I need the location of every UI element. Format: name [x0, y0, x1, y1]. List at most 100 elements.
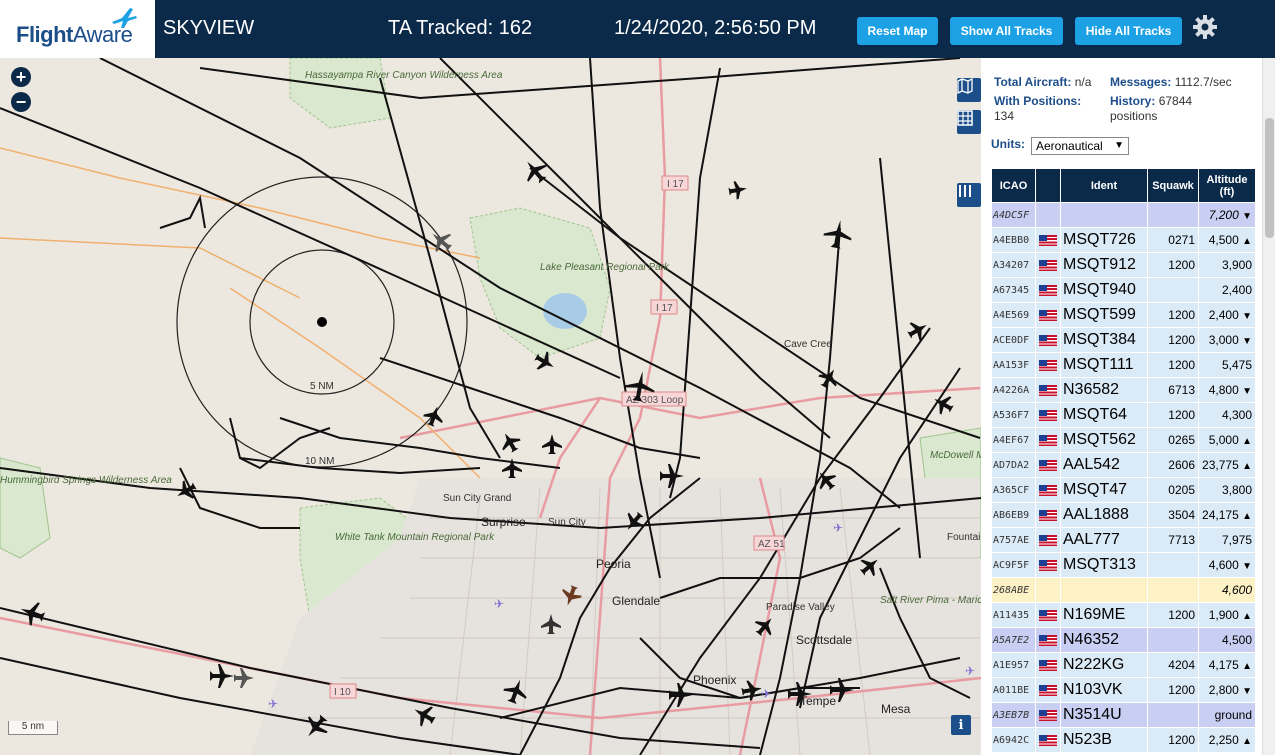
panel-scrollbar[interactable]	[1262, 58, 1275, 755]
table-row[interactable]: A1E957 N222KG 4204 4,175 ▲	[992, 653, 1255, 677]
us-flag-icon	[1039, 460, 1057, 472]
table-row[interactable]: AA153F MSQT111 1200 5,475	[992, 353, 1255, 377]
highway-shield-az51: AZ 51	[758, 539, 785, 550]
table-row[interactable]: A3EB7B N3514U ground	[992, 703, 1255, 727]
flag-cell	[1036, 528, 1060, 552]
map-label-scottsdale: Scottsdale	[796, 633, 852, 647]
column-header-ident[interactable]: Ident	[1061, 169, 1147, 202]
units-select[interactable]: Aeronautical ▼	[1031, 137, 1129, 155]
icao-cell: A3EB7B	[992, 703, 1035, 727]
table-row[interactable]: A5A7E2 N46352 4,500	[992, 628, 1255, 652]
altitude-trend-icon: ▼	[1242, 386, 1252, 397]
flag-cell	[1036, 653, 1060, 677]
flag-cell	[1036, 503, 1060, 527]
icao-cell: AA153F	[992, 353, 1035, 377]
altitude-trend-icon: ▲	[1242, 436, 1252, 447]
top-bar: FlightAware SKYVIEW TA Tracked: 162 1/24…	[0, 0, 1275, 58]
map-label-salt-river: Salt River Pima - Maricopa Indian Commun…	[880, 595, 981, 606]
reset-map-button[interactable]: Reset Map	[857, 17, 938, 45]
ident-cell: N36582	[1061, 378, 1147, 402]
info-icon[interactable]: i	[951, 715, 971, 735]
highway-shield-i10: I 10	[334, 687, 351, 698]
hide-all-tracks-button[interactable]: Hide All Tracks	[1075, 17, 1182, 45]
ident-cell: N222KG	[1061, 653, 1147, 677]
table-row[interactable]: A011BE N103VK 1200 2,800 ▼	[992, 678, 1255, 702]
icao-cell: A757AE	[992, 528, 1035, 552]
altitude-cell: 5,475	[1199, 353, 1255, 377]
flag-cell	[1036, 353, 1060, 377]
table-row[interactable]: A11435 N169ME 1200 1,900 ▲	[992, 603, 1255, 627]
table-row[interactable]: A365CF MSQT47 0205 3,800	[992, 478, 1255, 502]
table-row[interactable]: A4226A N36582 6713 4,800 ▼	[992, 378, 1255, 402]
us-flag-icon	[1039, 235, 1057, 247]
table-row[interactable]: A34207 MSQT912 1200 3,900	[992, 253, 1255, 277]
table-row[interactable]: A67345 MSQT940 2,400	[992, 278, 1255, 302]
us-flag-icon	[1039, 735, 1057, 747]
aircraft-table: ICAO Ident Squawk Altitude (ft) A4DC5F 7,…	[991, 168, 1256, 753]
flag-cell	[1036, 678, 1060, 702]
zoom-out-button[interactable]: −	[11, 92, 31, 112]
altitude-cell: 2,400 ▼	[1199, 303, 1255, 327]
flag-cell	[1036, 553, 1060, 577]
altitude-cell: 1,900 ▲	[1199, 603, 1255, 627]
altitude-cell: 2,800 ▼	[1199, 678, 1255, 702]
ident-cell: AAL777	[1061, 528, 1147, 552]
map-label-glendale: Glendale	[612, 594, 660, 608]
us-flag-icon	[1039, 610, 1057, 622]
zoom-in-button[interactable]: +	[11, 67, 31, 87]
table-row[interactable]: A4EF67 MSQT562 0265 5,000 ▲	[992, 428, 1255, 452]
altitude-cell: 3,000 ▼	[1199, 328, 1255, 352]
ident-cell: N3514U	[1061, 703, 1147, 727]
icao-cell: A1E957	[992, 653, 1035, 677]
table-row[interactable]: AC9F5F MSQT313 4,600 ▼	[992, 553, 1255, 577]
show-all-tracks-button[interactable]: Show All Tracks	[950, 17, 1063, 45]
altitude-trend-icon: ▼	[1242, 211, 1252, 222]
table-row[interactable]: A536F7 MSQT64 1200 4,300	[992, 403, 1255, 427]
scrollbar-thumb[interactable]	[1265, 118, 1274, 238]
ident-cell: MSQT384	[1061, 328, 1147, 352]
altitude-trend-icon: ▼	[1242, 561, 1252, 572]
column-header-altitude[interactable]: Altitude (ft)	[1199, 169, 1255, 202]
altitude-cell: 4,500	[1199, 628, 1255, 652]
altitude-cell: 4,300	[1199, 403, 1255, 427]
table-row[interactable]: A757AE AAL777 7713 7,975	[992, 528, 1255, 552]
columns-toggle-icon[interactable]	[957, 183, 981, 207]
squawk-cell: 0271	[1148, 228, 1198, 252]
flightaware-logo[interactable]: FlightAware	[0, 0, 155, 58]
icao-cell: A011BE	[992, 678, 1035, 702]
altitude-cell: 4,500 ▲	[1199, 228, 1255, 252]
us-flag-icon	[1039, 710, 1057, 722]
map-canvas[interactable]: Hassayampa River Canyon Wilderness Area …	[0, 58, 981, 755]
squawk-cell: 1200	[1148, 403, 1198, 427]
icao-cell: A11435	[992, 603, 1035, 627]
grid-toggle-icon[interactable]	[957, 110, 981, 134]
squawk-cell	[1148, 703, 1198, 727]
aircraft-panel: Total Aircraft: n/a Messages: 1112.7/sec…	[981, 58, 1275, 755]
table-row[interactable]: A6942C N523B 1200 2,250 ▲	[992, 728, 1255, 752]
column-header-squawk[interactable]: Squawk	[1148, 169, 1198, 202]
column-header-icao[interactable]: ICAO	[992, 169, 1035, 202]
table-row[interactable]: ACE0DF MSQT384 1200 3,000 ▼	[992, 328, 1255, 352]
history-label: History:	[1110, 94, 1156, 108]
table-row[interactable]: A4EBB0 MSQT726 0271 4,500 ▲	[992, 228, 1255, 252]
table-row[interactable]: A4DC5F 7,200 ▼	[992, 203, 1255, 227]
table-row[interactable]: A4E569 MSQT599 1200 2,400 ▼	[992, 303, 1255, 327]
us-flag-icon	[1039, 260, 1057, 272]
us-flag-icon	[1039, 285, 1057, 297]
map-label-phoenix: Phoenix	[693, 673, 736, 687]
table-row[interactable]: AD7DA2 AAL542 2606 23,775 ▲	[992, 453, 1255, 477]
us-flag-icon	[1039, 360, 1057, 372]
squawk-cell: 1200	[1148, 678, 1198, 702]
table-row[interactable]: 268ABE 4,600	[992, 578, 1255, 602]
squawk-cell: 1200	[1148, 253, 1198, 277]
map-label-sun-city: Sun City	[548, 517, 586, 528]
total-aircraft-label: Total Aircraft:	[994, 75, 1072, 89]
chevron-down-icon: ▼	[1114, 140, 1124, 151]
column-header-flag[interactable]	[1036, 169, 1060, 202]
table-row[interactable]: AB6EB9 AAL1888 3504 24,175 ▲	[992, 503, 1255, 527]
aircraft-icon	[527, 161, 547, 184]
map-layers-icon[interactable]	[957, 78, 981, 102]
with-positions-label: With Positions:	[994, 94, 1082, 108]
highway-shield-i17: I 17	[656, 303, 673, 314]
settings-gear-icon[interactable]	[1192, 14, 1218, 40]
